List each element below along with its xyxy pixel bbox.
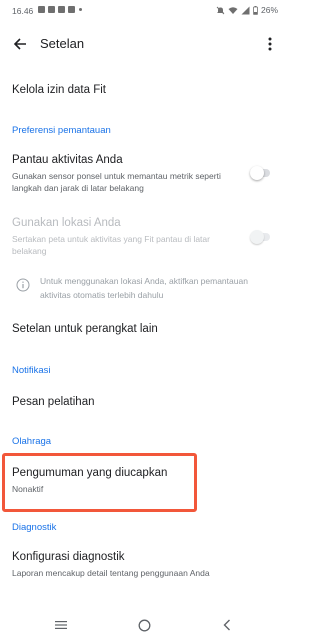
wifi-icon: [228, 6, 238, 14]
gallery-icon: [68, 6, 75, 13]
notification-icons: [38, 6, 82, 13]
app-bar: Setelan: [0, 24, 288, 64]
section-header-notifications: Notifikasi: [12, 365, 51, 376]
item-title: Setelan untuk perangkat lain: [12, 323, 158, 335]
more-notifications-icon: [79, 8, 82, 11]
back-button[interactable]: [8, 32, 32, 56]
item-title: Kelola izin data Fit: [12, 84, 106, 96]
item-title: Gunakan lokasi Anda: [12, 217, 121, 229]
item-title: Pesan pelatihan: [12, 396, 95, 408]
more-vert-icon: [268, 37, 272, 51]
diagnostic-config-item[interactable]: Konfigurasi diagnostik Laporan mencakup …: [0, 543, 288, 585]
item-title: Pantau aktivitas Anda: [12, 154, 123, 166]
recents-button[interactable]: [52, 616, 70, 634]
status-time: 16.46: [12, 6, 34, 16]
status-right: 26%: [216, 5, 278, 15]
track-activity-item[interactable]: Pantau aktivitas Anda Gunakan sensor pon…: [0, 146, 288, 202]
arrow-back-icon: [13, 38, 26, 50]
more-options-button[interactable]: [258, 32, 282, 56]
section-header-sports: Olahraga: [12, 436, 52, 447]
location-info: Untuk menggunakan lokasi Anda, aktifkan …: [0, 272, 288, 308]
info-text: Untuk menggunakan lokasi Anda, aktifkan …: [40, 276, 248, 300]
notification-icon: [38, 6, 45, 13]
section-header-monitoring: Preferensi pemantauan: [12, 125, 111, 136]
item-subtitle: Laporan mencakup detail tentang pengguna…: [12, 568, 210, 578]
battery-icon: [253, 5, 258, 15]
item-title: Konfigurasi diagnostik: [12, 551, 125, 563]
coaching-messages-item[interactable]: Pesan pelatihan: [0, 384, 288, 420]
home-icon: [138, 619, 150, 631]
track-activity-toggle[interactable]: [250, 166, 270, 180]
other-devices-item[interactable]: Setelan untuk perangkat lain: [0, 312, 288, 348]
highlight-box: [2, 453, 197, 512]
status-bar: 16.46 26%: [0, 0, 288, 24]
facebook-icon: [58, 6, 65, 13]
use-location-toggle: [250, 230, 270, 244]
section-header-diagnostics: Diagnostik: [12, 522, 57, 533]
item-subtitle: Gunakan sensor ponsel untuk memantau met…: [12, 171, 221, 193]
chevron-left-icon: [223, 619, 230, 631]
info-icon: [16, 278, 30, 292]
recents-icon: [55, 621, 67, 629]
page-title: Setelan: [40, 36, 85, 51]
system-nav-bar: [0, 610, 288, 640]
item-subtitle: Sertakan peta untuk aktivitas yang Fit p…: [12, 234, 210, 256]
battery-percent: 26%: [260, 5, 278, 15]
signal-icon: [241, 6, 250, 14]
manage-fit-data-item[interactable]: Kelola izin data Fit: [0, 72, 288, 110]
facebook-icon: [48, 6, 55, 13]
mute-icon: [216, 6, 225, 14]
back-nav-button[interactable]: [218, 616, 236, 634]
home-button[interactable]: [135, 616, 153, 634]
use-location-item: Gunakan lokasi Anda Sertakan peta untuk …: [0, 208, 288, 264]
